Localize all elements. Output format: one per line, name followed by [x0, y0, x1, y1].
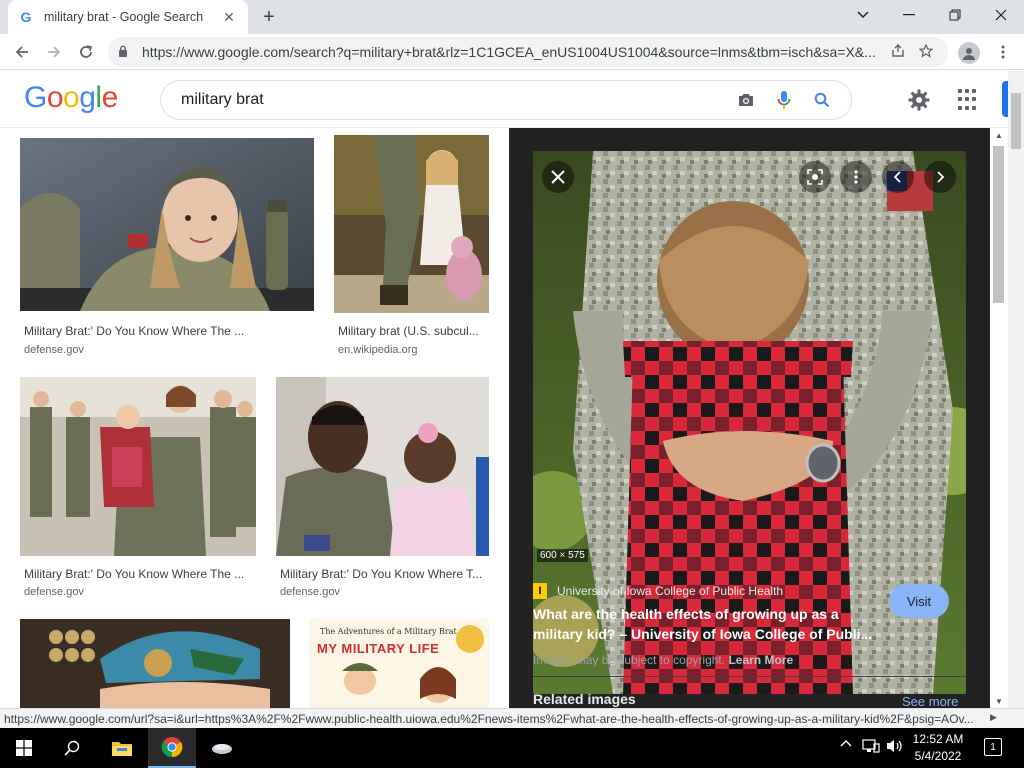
result-caption[interactable]: Military Brat:' Do You Know Where The ..…: [24, 567, 256, 581]
preview-source[interactable]: I University of Iowa College of Public H…: [533, 581, 783, 601]
result-thumbnail[interactable]: [20, 619, 290, 708]
result-caption[interactable]: Military Brat:' Do You Know Where The ..…: [24, 324, 314, 338]
minimize-icon[interactable]: [886, 0, 932, 30]
file-explorer-icon[interactable]: [98, 728, 146, 768]
page-scrollbar-thumb[interactable]: [1011, 93, 1021, 149]
next-image-icon[interactable]: [924, 161, 956, 193]
taskbar-search-icon[interactable]: [48, 728, 96, 768]
profile-avatar-icon[interactable]: [958, 42, 980, 64]
logo-letter: o: [63, 81, 80, 114]
network-icon[interactable]: [862, 738, 880, 757]
tab-title: military brat - Google Search: [44, 10, 204, 24]
result-source: defense.gov: [24, 344, 84, 356]
address-bar[interactable]: https://www.google.com/search?q=military…: [108, 37, 948, 67]
restore-icon[interactable]: [932, 0, 978, 30]
image-result[interactable]: Military Brat:' Do You Know Where T... d…: [276, 377, 489, 602]
previous-image-icon[interactable]: [882, 161, 914, 193]
clock-date: 5/4/2022: [914, 749, 962, 763]
share-icon[interactable]: [884, 43, 912, 61]
close-tab-icon[interactable]: ✕: [220, 8, 238, 26]
new-tab-button[interactable]: +: [256, 6, 282, 28]
result-thumbnail[interactable]: [20, 377, 256, 556]
camera-icon[interactable]: [727, 92, 765, 108]
related-images-heading: Related images: [533, 691, 636, 707]
image-dimensions: 600 × 575: [537, 549, 588, 562]
image-preview-panel: 600 × 575 I University of Iowa College o…: [509, 128, 990, 708]
back-icon[interactable]: [8, 38, 36, 66]
link-status-bar: https://www.google.com/url?sa=i&url=http…: [0, 708, 1024, 728]
search-input[interactable]: military brat: [181, 91, 727, 109]
search-box[interactable]: military brat: [160, 80, 852, 120]
result-source: defense.gov: [280, 586, 340, 598]
preview-title[interactable]: What are the health effects of growing u…: [533, 604, 883, 644]
lock-icon: [118, 45, 132, 60]
close-window-icon[interactable]: [978, 0, 1024, 30]
see-more-link[interactable]: See more: [902, 694, 958, 708]
visit-button[interactable]: Visit: [889, 584, 949, 618]
settings-gear-icon[interactable]: [906, 87, 932, 113]
image-result[interactable]: Military Brat:' Do You Know Where The ..…: [20, 377, 256, 602]
chrome-taskbar-icon[interactable]: [148, 728, 196, 768]
clock-time: 12:52 AM: [912, 732, 964, 746]
image-result[interactable]: The Adventures of a Military Brat MY MIL…: [310, 619, 489, 708]
logo-letter: e: [101, 81, 119, 114]
search-icon[interactable]: [803, 92, 841, 108]
tab-search-icon[interactable]: [840, 0, 886, 30]
google-favicon-icon: G: [20, 9, 32, 25]
close-preview-icon[interactable]: [542, 161, 574, 193]
browser-tabstrip: G military brat - Google Search ✕ +: [0, 0, 1024, 34]
browser-menu-icon[interactable]: [994, 40, 1012, 64]
logo-letter: g: [79, 81, 96, 114]
preview-source-name[interactable]: University of Iowa College of Public Hea…: [557, 584, 783, 598]
result-thumbnail[interactable]: [276, 377, 489, 556]
result-thumbnail[interactable]: The Adventures of a Military Brat MY MIL…: [310, 619, 489, 708]
notification-center-icon[interactable]: 1: [984, 738, 1002, 756]
show-hidden-icons-icon[interactable]: [840, 738, 852, 753]
copyright-notice: Images may be subject to copyright. Lear…: [533, 653, 793, 667]
start-windows-icon[interactable]: [0, 728, 48, 768]
more-options-icon[interactable]: [840, 161, 872, 193]
learn-more-link[interactable]: Learn More: [728, 653, 793, 667]
uiowa-favicon-icon: I: [533, 583, 547, 599]
screen: G military brat - Google Search ✕ + http…: [0, 0, 1024, 768]
scroll-down-arrow-icon[interactable]: ▼: [990, 694, 1008, 708]
windows-taskbar: 12:52 AM 5/4/2022 1: [0, 728, 1024, 768]
google-header: Google military brat: [0, 71, 1024, 128]
mouse-app-icon[interactable]: [198, 728, 246, 768]
image-result[interactable]: Military Brat:' Do You Know Where The ..…: [20, 138, 314, 358]
result-caption[interactable]: Military brat (U.S. subcul...: [338, 324, 488, 338]
scroll-right-arrow-icon[interactable]: ▶: [990, 712, 997, 723]
image-result[interactable]: Military brat (U.S. subcul... en.wikiped…: [334, 135, 489, 360]
bookmark-star-icon[interactable]: [912, 43, 940, 61]
google-apps-icon[interactable]: [958, 89, 980, 111]
copyright-text: Images may be subject to copyright.: [533, 653, 726, 667]
result-thumbnail[interactable]: [334, 135, 489, 313]
forward-icon[interactable]: [40, 38, 68, 66]
url-text[interactable]: https://www.google.com/search?q=military…: [142, 44, 884, 60]
logo-letter: G: [24, 81, 47, 114]
google-logo[interactable]: Google: [24, 81, 118, 115]
visual-search-icon[interactable]: [799, 161, 831, 193]
logo-letter: o: [46, 81, 64, 114]
result-source: defense.gov: [24, 586, 84, 598]
results-scrollbar[interactable]: ▲ ▼: [990, 128, 1008, 708]
microphone-icon[interactable]: [765, 90, 803, 110]
page-scrollbar[interactable]: [1008, 71, 1024, 708]
taskbar-clock[interactable]: 12:52 AM 5/4/2022: [908, 731, 968, 765]
status-url: https://www.google.com/url?sa=i&url=http…: [4, 712, 974, 726]
divider: [533, 676, 966, 677]
browser-toolbar: https://www.google.com/search?q=military…: [0, 34, 1024, 70]
image-results-grid: Military Brat:' Do You Know Where The ..…: [0, 128, 509, 708]
reload-icon[interactable]: [72, 38, 100, 66]
result-thumbnail[interactable]: [20, 138, 314, 311]
image-result[interactable]: [20, 619, 290, 708]
scrollbar-thumb[interactable]: [993, 146, 1004, 303]
result-source: en.wikipedia.org: [338, 344, 418, 356]
volume-icon[interactable]: [886, 738, 904, 757]
result-caption[interactable]: Military Brat:' Do You Know Where T...: [280, 567, 489, 581]
scroll-up-arrow-icon[interactable]: ▲: [990, 128, 1008, 142]
browser-tab[interactable]: G military brat - Google Search ✕: [8, 0, 248, 34]
